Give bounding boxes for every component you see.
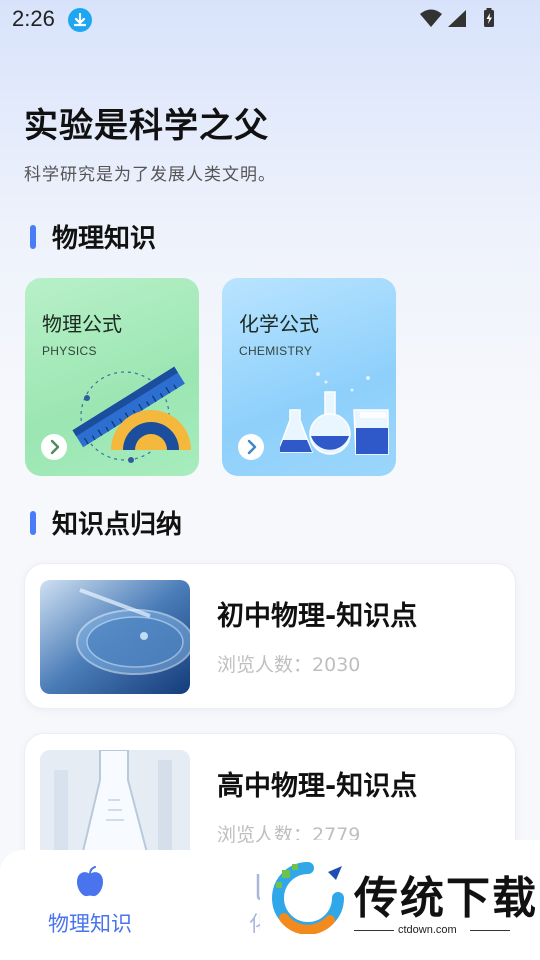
flasks-illustration bbox=[276, 370, 392, 466]
petri-dish-image bbox=[40, 580, 190, 694]
apple-icon bbox=[75, 866, 105, 902]
knowledge-item-title: 高中物理-知识点 bbox=[217, 771, 418, 802]
nav-tab-label: 物理知识 bbox=[48, 912, 132, 936]
knowledge-item-junior-physics[interactable]: 初中物理-知识点 浏览人数：2030 bbox=[24, 563, 516, 709]
section-marker bbox=[30, 510, 36, 535]
wifi-icon bbox=[420, 9, 442, 27]
physics-formula-card[interactable]: 物理公式 PHYSICS bbox=[25, 278, 199, 476]
status-icons bbox=[420, 8, 500, 34]
card-subtitle: CHEMISTRY bbox=[239, 344, 313, 358]
card-title: 物理公式 bbox=[42, 312, 122, 336]
chevron-right-icon[interactable] bbox=[41, 434, 67, 460]
section-marker bbox=[30, 224, 36, 249]
section-title-physics: 物理知识 bbox=[30, 218, 156, 255]
watermark-divider bbox=[354, 930, 394, 931]
status-time: 2:26 bbox=[12, 6, 55, 31]
glass-flask-image bbox=[40, 750, 190, 864]
chemistry-formula-card[interactable]: 化学公式 CHEMISTRY bbox=[222, 278, 396, 476]
watermark-logo-icon bbox=[270, 862, 346, 938]
signal-icon bbox=[448, 10, 466, 27]
download-icon bbox=[68, 8, 92, 32]
status-bar: 2:26 bbox=[0, 0, 540, 40]
page-title: 实验是科学之父 bbox=[24, 106, 269, 146]
views-count: 2030 bbox=[312, 654, 361, 676]
knowledge-item-views: 浏览人数：2030 bbox=[217, 650, 360, 677]
section-title-physics-label: 物理知识 bbox=[52, 224, 157, 254]
ruler-protractor-illustration bbox=[65, 358, 195, 472]
watermark-divider bbox=[470, 930, 510, 931]
watermark: 传统下载 ctdown.com bbox=[260, 840, 540, 960]
card-title: 化学公式 bbox=[239, 312, 319, 336]
knowledge-item-title: 初中物理-知识点 bbox=[217, 601, 418, 632]
battery-icon bbox=[484, 8, 494, 27]
views-label: 浏览人数： bbox=[217, 654, 313, 676]
watermark-text: 传统下载 bbox=[354, 873, 538, 924]
watermark-url: ctdown.com bbox=[398, 924, 457, 936]
section-title-summary: 知识点归纳 bbox=[30, 504, 182, 541]
chevron-right-icon[interactable] bbox=[238, 434, 264, 460]
nav-tab-physics[interactable]: 物理知识 bbox=[0, 850, 180, 950]
section-title-summary-label: 知识点归纳 bbox=[52, 510, 183, 540]
page-subtitle: 科学研究是为了发展人类文明。 bbox=[24, 165, 276, 185]
card-subtitle: PHYSICS bbox=[42, 344, 97, 358]
